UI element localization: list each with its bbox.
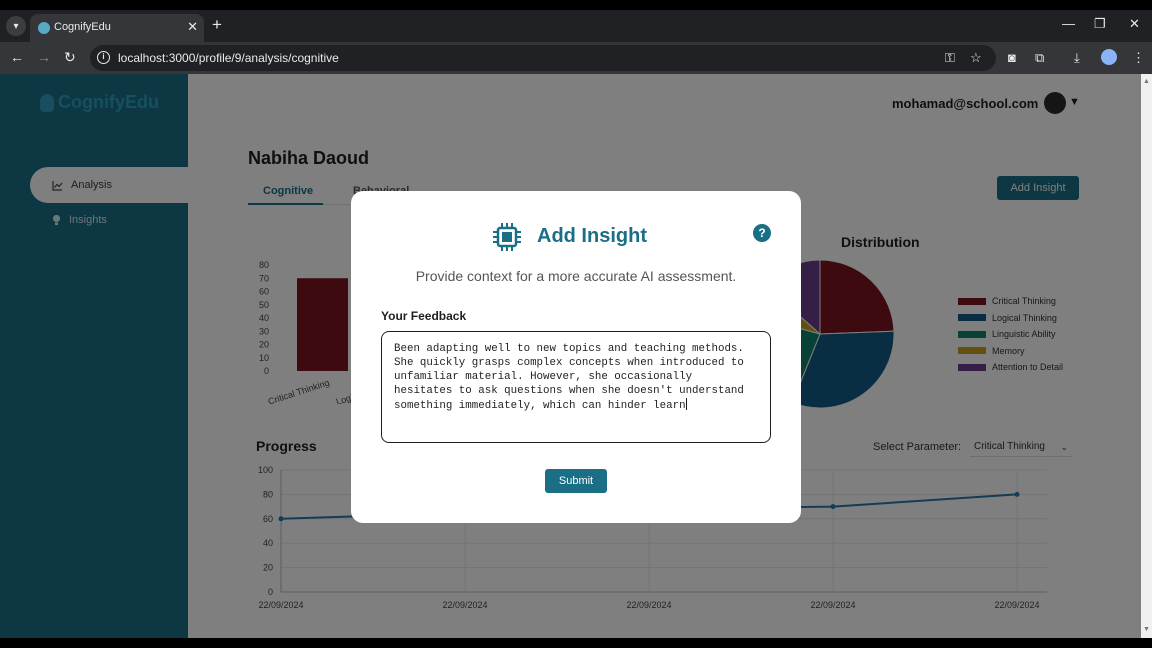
extensions-icon[interactable]: ⧉	[1035, 50, 1044, 66]
more-menu-icon[interactable]: ⋮	[1132, 50, 1145, 66]
maximize-icon[interactable]: ❐	[1094, 16, 1106, 32]
tab-search-icon[interactable]: ▾	[6, 16, 26, 36]
help-icon[interactable]: ?	[753, 224, 771, 242]
add-insight-modal: Add Insight ? Provide context for a more…	[351, 191, 801, 523]
new-tab-icon[interactable]: +	[212, 15, 222, 35]
minimize-icon[interactable]: —	[1062, 16, 1075, 31]
favicon-icon	[38, 22, 50, 34]
modal-subtitle: Provide context for a more accurate AI a…	[415, 268, 737, 284]
chip-icon	[493, 223, 521, 251]
modal-title: Add Insight	[537, 225, 647, 247]
screenshot-icon[interactable]: ◙	[1008, 50, 1016, 65]
browser-toolbar: ← → ↻ i localhost:3000/profile/9/analysi…	[0, 42, 1152, 74]
feedback-textarea[interactable]: Been adapting well to new topics and tea…	[381, 331, 771, 443]
download-icon[interactable]: ⤓	[1074, 50, 1080, 66]
tab-close-icon[interactable]: ✕	[187, 19, 198, 35]
password-key-icon[interactable]: ⚿	[945, 50, 955, 66]
bookmark-star-icon[interactable]: ☆	[970, 50, 982, 66]
scroll-down-icon[interactable]: ▼	[1143, 626, 1150, 633]
text-caret	[685, 398, 687, 410]
back-icon[interactable]: ←	[10, 49, 24, 65]
url-text[interactable]: localhost:3000/profile/9/analysis/cognit…	[118, 51, 339, 65]
submit-button[interactable]: Submit	[545, 469, 607, 493]
site-info-icon[interactable]: i	[97, 51, 110, 64]
feedback-label: Your Feedback	[381, 309, 467, 323]
forward-icon[interactable]: →	[37, 49, 51, 65]
reload-icon[interactable]: ↻	[64, 49, 76, 66]
profile-avatar-icon[interactable]	[1101, 49, 1117, 65]
browser-chrome: ▾ CognifyEdu ✕ + — ❐ ✕ ← → ↻ i localhost…	[0, 10, 1152, 74]
page-scrollbar[interactable]	[1141, 74, 1152, 638]
address-bar[interactable]: i localhost:3000/profile/9/analysis/cogn…	[90, 45, 996, 71]
feedback-text: Been adapting well to new topics and tea…	[394, 343, 744, 412]
close-window-icon[interactable]: ✕	[1129, 16, 1140, 32]
tab-strip: ▾ CognifyEdu ✕ + — ❐ ✕	[0, 10, 1152, 42]
app-viewport: CognifyEdu Analysis Insights mohamad@sch…	[0, 74, 1152, 638]
tab-title: CognifyEdu	[54, 21, 111, 33]
scroll-up-icon[interactable]: ▲	[1143, 78, 1150, 85]
browser-tab[interactable]: CognifyEdu ✕	[30, 14, 204, 42]
